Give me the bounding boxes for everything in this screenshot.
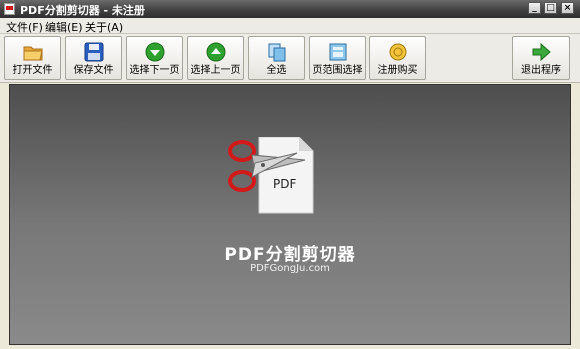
app-url: PDFGongJu.com	[250, 263, 330, 274]
prev-page-button[interactable]: 选择上一页	[187, 36, 244, 80]
save-file-button[interactable]: 保存文件	[65, 36, 122, 80]
app-window: PDF分割剪切器 - 未注册 _ □ × 文件(F) 编辑(E) 关于(A) 打…	[0, 0, 580, 349]
page-range-button[interactable]: 页范围选择	[309, 36, 366, 80]
arrow-down-circle-icon	[145, 42, 164, 62]
pages-icon	[268, 43, 285, 62]
page-range-icon	[329, 43, 346, 61]
app-logo: PDF	[225, 136, 335, 219]
title-bar[interactable]: PDF分割剪切器 - 未注册 _ □ ×	[0, 0, 580, 18]
register-label: 注册购买	[377, 65, 418, 76]
exit-label: 退出程序	[521, 65, 561, 76]
menu-bar: 文件(F) 编辑(E) 关于(A)	[0, 18, 580, 34]
document-view[interactable]: PDF PDF分割剪切器 PDFGongJu.com	[9, 84, 571, 345]
close-button[interactable]: ×	[561, 2, 574, 14]
app-name: PDF分割剪切器	[224, 245, 356, 265]
window-title: PDF分割剪切器 - 未注册	[20, 4, 145, 17]
select-all-label: 全选	[266, 65, 287, 76]
register-button[interactable]: 注册购买	[369, 36, 426, 80]
floppy-disk-icon	[84, 42, 103, 62]
menu-about[interactable]: 关于(A)	[85, 19, 123, 35]
next-page-label: 选择下一页	[129, 65, 180, 76]
select-all-button[interactable]: 全选	[248, 36, 305, 80]
exit-button[interactable]: 退出程序	[512, 36, 570, 80]
prev-page-label: 选择上一页	[190, 65, 241, 76]
exit-arrow-icon	[532, 42, 551, 62]
scissors-pdf-icon: PDF	[228, 136, 314, 214]
toolbar: 打开文件 保存文件 选择下一页 选择上一页 全选 页范围选择 注册购买 退出程序	[0, 34, 580, 83]
app-icon	[4, 3, 15, 15]
minimize-button[interactable]: _	[528, 2, 541, 14]
folder-icon	[23, 46, 43, 61]
page-range-label: 页范围选择	[312, 65, 363, 76]
maximize-button[interactable]: □	[544, 2, 557, 14]
pdf-badge: PDF	[273, 177, 296, 191]
coin-icon	[389, 43, 406, 61]
open-file-label: 打开文件	[12, 65, 53, 76]
menu-edit[interactable]: 编辑(E)	[45, 19, 83, 35]
save-file-label: 保存文件	[73, 65, 114, 76]
arrow-up-circle-icon	[206, 42, 225, 62]
open-file-button[interactable]: 打开文件	[4, 36, 61, 80]
next-page-button[interactable]: 选择下一页	[126, 36, 183, 80]
menu-file[interactable]: 文件(F)	[6, 19, 43, 35]
